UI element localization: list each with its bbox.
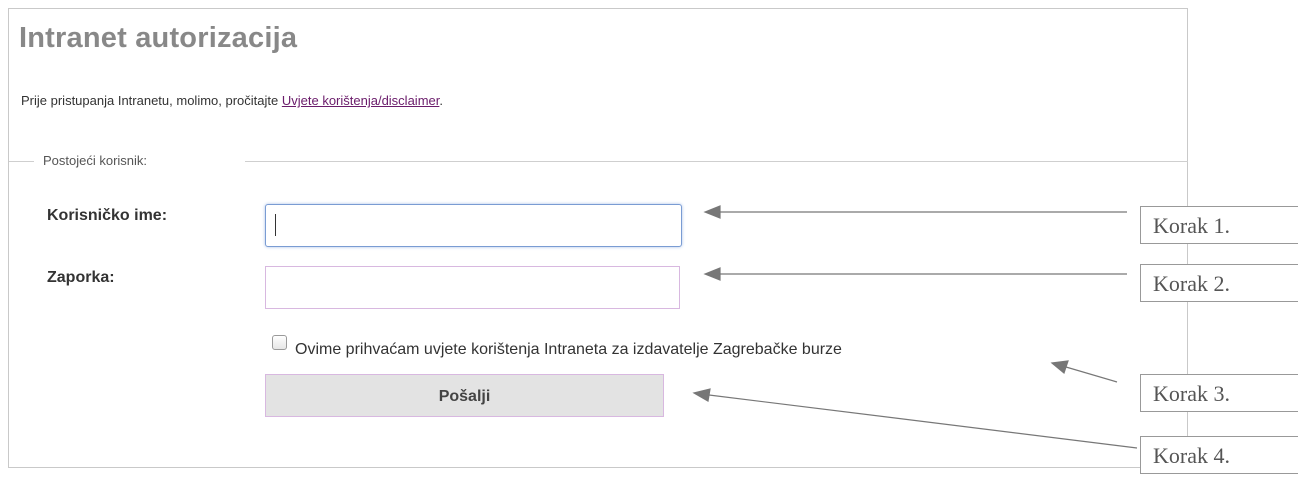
text-caret — [275, 214, 276, 236]
fieldset-border-left — [9, 161, 34, 162]
step-callout-1: Korak 1. — [1140, 206, 1298, 244]
page-title: Intranet autorizacija — [19, 22, 298, 54]
intro-suffix: . — [439, 93, 443, 108]
intro-prefix: Prije pristupanja Intranetu, molimo, pro… — [21, 93, 282, 108]
disclaimer-link[interactable]: Uvjete korištenja/disclaimer — [282, 93, 440, 108]
password-label: Zaporka: — [47, 269, 115, 286]
password-input[interactable] — [265, 266, 680, 309]
step-callout-3: Korak 3. — [1140, 374, 1298, 412]
terms-checkbox-label[interactable]: Ovime prihvaćam uvjete korištenja Intran… — [295, 341, 842, 359]
username-label: Korisničko ime: — [47, 207, 168, 224]
terms-checkbox[interactable] — [272, 335, 287, 350]
fieldset-border-right — [245, 161, 1188, 162]
step-callout-2: Korak 2. — [1140, 264, 1298, 302]
username-input[interactable] — [265, 204, 682, 247]
step-callout-4: Korak 4. — [1140, 436, 1298, 474]
intro-text: Prije pristupanja Intranetu, molimo, pro… — [21, 93, 443, 108]
fieldset-legend: Postojeći korisnik: — [43, 153, 148, 168]
submit-button[interactable]: Pošalji — [265, 374, 664, 417]
